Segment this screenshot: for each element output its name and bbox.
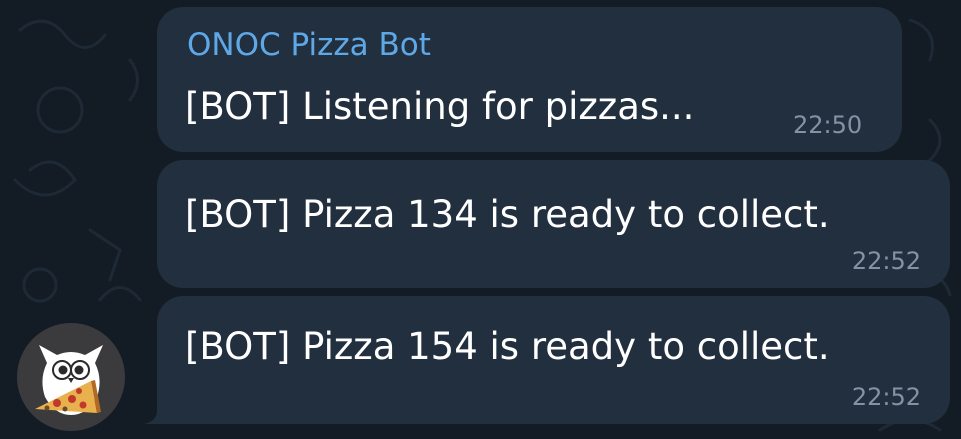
chat-window[interactable]: ONOC Pizza Bot [BOT] Listening for pizza… — [0, 0, 961, 439]
message-bubble[interactable]: ONOC Pizza Bot [BOT] Listening for pizza… — [157, 7, 902, 152]
message-timestamp: 22:52 — [851, 383, 921, 411]
message-text: [BOT] Pizza 154 is ready to collect. — [185, 325, 830, 368]
message-text: [BOT] Pizza 134 is ready to collect. — [185, 193, 830, 236]
sender-name[interactable]: ONOC Pizza Bot — [187, 27, 431, 63]
message-bubble[interactable]: [BOT] Pizza 134 is ready to collect. 22:… — [157, 160, 950, 288]
owl-pizza-icon — [35, 345, 103, 415]
message-bubble[interactable]: [BOT] Pizza 154 is ready to collect. 22:… — [157, 296, 950, 424]
bubble-tail — [143, 396, 165, 424]
message-timestamp: 22:52 — [851, 247, 921, 275]
message-timestamp: 22:50 — [793, 111, 863, 139]
message-text: [BOT] Listening for pizzas... — [185, 85, 695, 128]
bot-avatar[interactable] — [17, 323, 125, 431]
